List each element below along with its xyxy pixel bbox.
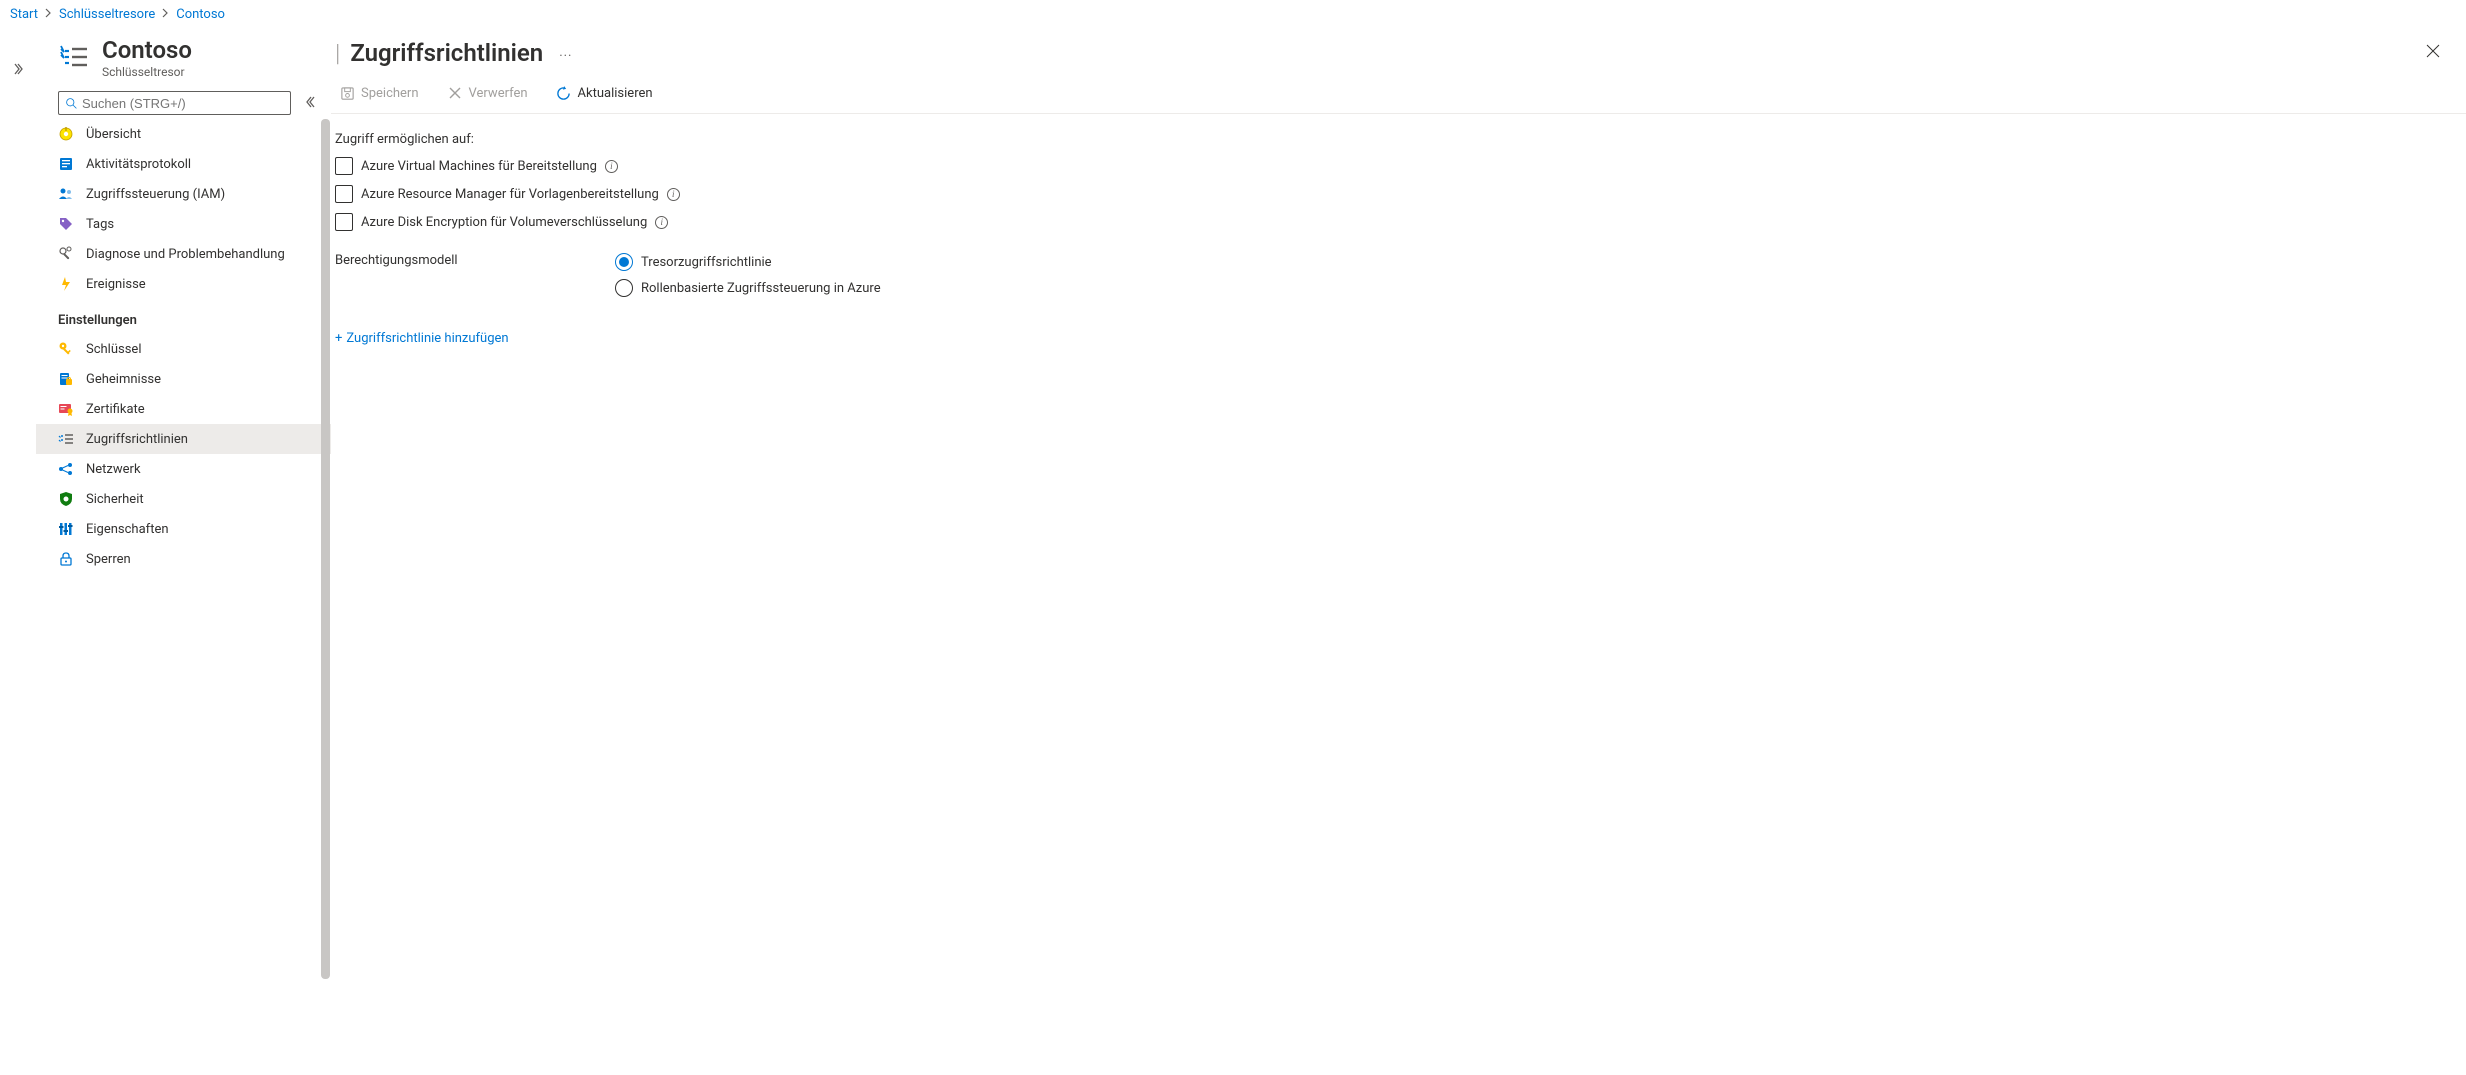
info-icon[interactable]: i bbox=[667, 188, 680, 201]
iam-icon bbox=[58, 186, 74, 202]
plus-icon: + bbox=[335, 331, 342, 346]
nav-item-label: Zertifikate bbox=[86, 402, 145, 417]
nav-item-locks[interactable]: Sperren bbox=[36, 544, 331, 574]
nav-item-label: Sicherheit bbox=[86, 492, 144, 507]
search-field[interactable] bbox=[82, 96, 284, 111]
checkbox-row-disk: Azure Disk Encryption für Volumeverschlü… bbox=[335, 213, 2456, 231]
radio-input[interactable] bbox=[615, 253, 633, 271]
nav-item-label: Geheimnisse bbox=[86, 372, 161, 387]
save-label: Speichern bbox=[361, 86, 419, 101]
radio-label: Tresorzugriffsrichtlinie bbox=[641, 255, 772, 270]
keys-icon bbox=[58, 341, 74, 357]
nav-item-label: Zugriffsrichtlinien bbox=[86, 432, 188, 447]
nav-item-iam[interactable]: Zugriffssteuerung (IAM) bbox=[36, 179, 331, 209]
discard-button[interactable]: Verwerfen bbox=[443, 83, 532, 103]
nav-item-certificates[interactable]: Zertifikate bbox=[36, 394, 331, 424]
permission-model-label: Berechtigungsmodell bbox=[335, 253, 615, 268]
radio-vault-policy[interactable]: Tresorzugriffsrichtlinie bbox=[615, 253, 2456, 271]
secrets-icon bbox=[58, 371, 74, 387]
nav-item-security[interactable]: Sicherheit bbox=[36, 484, 331, 514]
nav-item-activity-log[interactable]: Aktivitätsprotokoll bbox=[36, 149, 331, 179]
security-icon bbox=[58, 491, 74, 507]
checkbox-row-arm: Azure Resource Manager für Vorlagenberei… bbox=[335, 185, 2456, 203]
nav-item-access-policies[interactable]: Zugriffsrichtlinien bbox=[36, 424, 331, 454]
checkbox-disk[interactable] bbox=[335, 213, 353, 231]
nav-item-label: Diagnose und Problembehandlung bbox=[86, 247, 285, 262]
collapse-nav-button[interactable] bbox=[301, 92, 321, 115]
discard-label: Verwerfen bbox=[469, 86, 528, 101]
resource-nav-panel: Contoso Schlüsseltresor Übersicht bbox=[36, 27, 331, 1074]
nav-item-events[interactable]: Ereignisse bbox=[36, 269, 331, 299]
nav-item-label: Zugriffssteuerung (IAM) bbox=[86, 187, 225, 202]
nav-item-label: Übersicht bbox=[86, 127, 141, 142]
diagnose-icon bbox=[58, 246, 74, 262]
more-actions-button[interactable]: ··· bbox=[553, 49, 572, 64]
breadcrumb-item[interactable]: Start bbox=[10, 7, 38, 22]
left-rail bbox=[0, 27, 36, 1074]
nav-item-overview[interactable]: Übersicht bbox=[36, 119, 331, 149]
policies-icon bbox=[58, 431, 74, 447]
overview-icon bbox=[58, 126, 74, 142]
nav-item-tags[interactable]: Tags bbox=[36, 209, 331, 239]
properties-icon bbox=[58, 521, 74, 537]
info-icon[interactable]: i bbox=[605, 160, 618, 173]
nav-item-diagnose[interactable]: Diagnose und Problembehandlung bbox=[36, 239, 331, 269]
nav-item-properties[interactable]: Eigenschaften bbox=[36, 514, 331, 544]
enable-access-label: Zugriff ermöglichen auf: bbox=[335, 132, 2456, 147]
refresh-label: Aktualisieren bbox=[578, 86, 653, 101]
nav-item-label: Sperren bbox=[86, 552, 131, 567]
chevron-right-icon bbox=[45, 8, 52, 21]
resource-icon bbox=[58, 41, 90, 73]
tags-icon bbox=[58, 216, 74, 232]
locks-icon bbox=[58, 551, 74, 567]
resource-subtitle: Schlüsseltresor bbox=[102, 65, 192, 79]
nav-item-label: Schlüssel bbox=[86, 342, 142, 357]
checkbox-label: Azure Resource Manager für Vorlagenberei… bbox=[361, 187, 659, 202]
main-panel: | Zugriffsrichtlinien ··· Speichern Verw… bbox=[331, 27, 2466, 1074]
nav-item-label: Ereignisse bbox=[86, 277, 146, 292]
checkbox-vm[interactable] bbox=[335, 157, 353, 175]
save-button[interactable]: Speichern bbox=[335, 83, 423, 103]
nav-scroll[interactable]: Übersicht Aktivitätsprotokoll Zugriffsst… bbox=[36, 119, 331, 1074]
nav-item-secrets[interactable]: Geheimnisse bbox=[36, 364, 331, 394]
checkbox-arm[interactable] bbox=[335, 185, 353, 203]
breadcrumb: Start Schlüsseltresore Contoso bbox=[0, 0, 2466, 27]
activity-log-icon bbox=[58, 156, 74, 172]
discard-icon bbox=[447, 85, 463, 101]
refresh-button[interactable]: Aktualisieren bbox=[552, 83, 657, 103]
checkbox-label: Azure Virtual Machines für Bereitstellun… bbox=[361, 159, 597, 174]
resource-title: Contoso bbox=[102, 37, 192, 63]
breadcrumb-item[interactable]: Schlüsseltresore bbox=[59, 7, 155, 22]
command-bar: Speichern Verwerfen Aktualisieren bbox=[331, 77, 2466, 114]
close-button[interactable] bbox=[2418, 39, 2448, 66]
certificates-icon bbox=[58, 401, 74, 417]
nav-section-settings: Einstellungen bbox=[36, 299, 331, 334]
breadcrumb-item[interactable]: Contoso bbox=[176, 7, 225, 22]
add-access-policy-label: Zugriffsrichtlinie hinzufügen bbox=[346, 331, 508, 346]
page-title: Zugriffsrichtlinien bbox=[350, 39, 543, 67]
radio-input[interactable] bbox=[615, 279, 633, 297]
nav-item-label: Netzwerk bbox=[86, 462, 141, 477]
nav-item-keys[interactable]: Schlüssel bbox=[36, 334, 331, 364]
chevron-right-icon bbox=[162, 8, 169, 21]
checkbox-row-vm: Azure Virtual Machines für Bereitstellun… bbox=[335, 157, 2456, 175]
checkbox-label: Azure Disk Encryption für Volumeverschlü… bbox=[361, 215, 647, 230]
search-input[interactable] bbox=[58, 91, 291, 115]
events-icon bbox=[58, 276, 74, 292]
add-access-policy-link[interactable]: + Zugriffsrichtlinie hinzufügen bbox=[335, 331, 509, 346]
info-icon[interactable]: i bbox=[655, 216, 668, 229]
nav-item-label: Aktivitätsprotokoll bbox=[86, 157, 191, 172]
nav-item-label: Eigenschaften bbox=[86, 522, 169, 537]
nav-item-label: Tags bbox=[86, 217, 114, 232]
save-icon bbox=[339, 85, 355, 101]
radio-label: Rollenbasierte Zugriffssteuerung in Azur… bbox=[641, 281, 881, 296]
permission-model-radio-group: Tresorzugriffsrichtlinie Rollenbasierte … bbox=[615, 253, 2456, 297]
title-separator: | bbox=[335, 39, 340, 67]
radio-rbac[interactable]: Rollenbasierte Zugriffssteuerung in Azur… bbox=[615, 279, 2456, 297]
nav-item-network[interactable]: Netzwerk bbox=[36, 454, 331, 484]
expand-rail-button[interactable] bbox=[12, 63, 24, 1074]
network-icon bbox=[58, 461, 74, 477]
refresh-icon bbox=[556, 85, 572, 101]
